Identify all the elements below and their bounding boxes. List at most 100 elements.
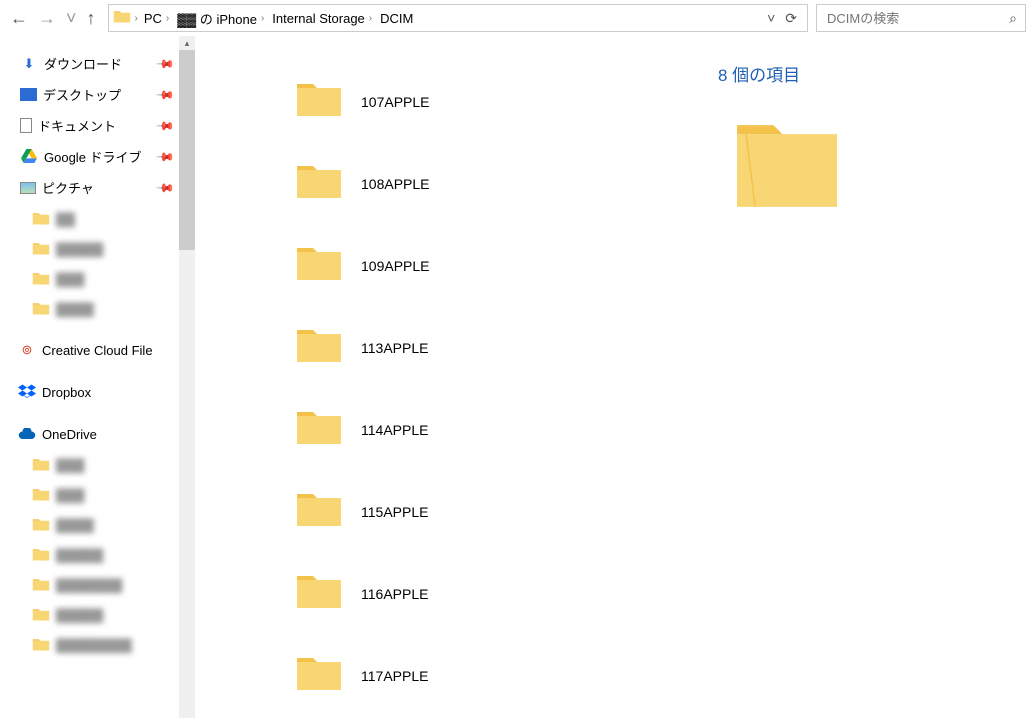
desktop-icon [20, 88, 37, 101]
folder-icon [295, 244, 343, 288]
breadcrumb: PC› ▓▓ の iPhone› Internal Storage› DCIM [142, 9, 763, 28]
breadcrumb-item[interactable]: ▓▓ の iPhone› [175, 9, 266, 28]
sidebar-subitem[interactable]: ▓▓▓▓▓▓▓ [0, 569, 195, 599]
folder-icon [295, 490, 343, 534]
folder-list: 107APPLE 108APPLE 109APPLE 113APPLE 114A… [195, 36, 692, 718]
sidebar-subitem[interactable]: ▓▓▓ [0, 479, 195, 509]
folder-name: 113APPLE [361, 340, 428, 356]
chevron-right-icon: › [261, 13, 264, 24]
folder-name: 109APPLE [361, 258, 430, 274]
search-icon[interactable]: ⌕ [1009, 10, 1017, 27]
breadcrumb-item[interactable]: PC› [142, 11, 171, 26]
sidebar-item-label: ▓▓▓▓▓ [56, 547, 103, 562]
folder-icon [32, 239, 50, 257]
sidebar-item-label: ピクチャ [42, 178, 94, 197]
breadcrumb-item[interactable]: Internal Storage› [270, 11, 374, 26]
preview-pane: 8 個の項目 [692, 36, 1032, 718]
onedrive-icon [18, 425, 36, 443]
gdrive-icon [20, 148, 38, 166]
sidebar-item-gdrive[interactable]: Google ドライブ 📌 [0, 141, 195, 172]
folder-icon [32, 209, 50, 227]
sidebar-item-label: ▓▓▓▓ [56, 517, 94, 532]
sidebar-item-creative-cloud[interactable]: ⊚ Creative Cloud File [0, 335, 195, 365]
sidebar-item-label: ▓▓▓ [56, 271, 84, 286]
folder-icon [295, 80, 343, 124]
sidebar-item-label: ▓▓ [56, 211, 75, 226]
folder-item[interactable]: 113APPLE [295, 307, 682, 389]
sidebar-subitem[interactable]: ▓▓▓ [0, 449, 195, 479]
pictures-icon [20, 182, 36, 194]
nav-up-button[interactable]: ↑ [87, 9, 96, 27]
sidebar-item-label: Google ドライブ [44, 147, 142, 166]
sidebar-subitem[interactable]: ▓▓▓▓▓ [0, 233, 195, 263]
folder-name: 114APPLE [361, 422, 428, 438]
sidebar-item-label: Creative Cloud File [42, 343, 153, 358]
sidebar-item-label: ドキュメント [38, 116, 116, 135]
folder-item[interactable]: 117APPLE [295, 635, 682, 717]
folder-icon [295, 408, 343, 452]
nav-forward-button[interactable]: → [38, 9, 56, 27]
nav-recent-dropdown[interactable]: ˅ [66, 9, 77, 27]
sidebar-item-dropbox[interactable]: Dropbox [0, 377, 195, 407]
sidebar-subitem[interactable]: ▓▓▓▓▓ [0, 599, 195, 629]
folder-item[interactable]: 114APPLE [295, 389, 682, 471]
refresh-button[interactable]: ⟳ [785, 10, 797, 27]
folder-icon [732, 116, 1012, 219]
folder-name: 107APPLE [361, 94, 430, 110]
folder-name: 115APPLE [361, 504, 428, 520]
sidebar-subitem[interactable]: ▓▓ [0, 203, 195, 233]
chevron-right-icon: › [135, 13, 138, 24]
folder-icon [295, 654, 343, 698]
folder-icon [32, 605, 50, 623]
folder-icon [32, 635, 50, 653]
preview-title: 8 個の項目 [712, 61, 1012, 116]
content-area: 107APPLE 108APPLE 109APPLE 113APPLE 114A… [195, 36, 1032, 718]
sidebar-subitem[interactable]: ▓▓▓▓ [0, 293, 195, 323]
folder-name: 117APPLE [361, 668, 428, 684]
sidebar-item-label: OneDrive [42, 427, 97, 442]
navigation-pane: ▴ ⬇ ダウンロード 📌 デスクトップ 📌 ドキュメント 📌 Google ドラ… [0, 36, 195, 718]
search-bar[interactable]: ⌕ [816, 4, 1026, 32]
addressbar-collapse-button[interactable]: ˅ [767, 10, 775, 26]
address-bar[interactable]: › PC› ▓▓ の iPhone› Internal Storage› DCI… [108, 4, 808, 32]
folder-item[interactable]: 116APPLE [295, 553, 682, 635]
folder-icon [295, 162, 343, 206]
sidebar-item-downloads[interactable]: ⬇ ダウンロード 📌 [0, 48, 195, 79]
folder-item[interactable]: 109APPLE [295, 225, 682, 307]
folder-icon [32, 269, 50, 287]
sidebar-subitem[interactable]: ▓▓▓ [0, 263, 195, 293]
folder-item[interactable]: 108APPLE [295, 143, 682, 225]
breadcrumb-item[interactable]: DCIM [378, 11, 415, 26]
nav-back-button[interactable]: ← [10, 9, 28, 27]
search-input[interactable] [825, 10, 1009, 27]
sidebar-item-documents[interactable]: ドキュメント 📌 [0, 110, 195, 141]
folder-icon [32, 299, 50, 317]
creative-cloud-icon: ⊚ [18, 341, 36, 359]
pin-icon: 📌 [155, 146, 175, 166]
pin-icon: 📌 [155, 177, 175, 197]
sidebar-item-label: ▓▓▓▓▓ [56, 607, 103, 622]
dropbox-icon [18, 383, 36, 401]
folder-icon [32, 575, 50, 593]
pin-icon: 📌 [155, 53, 175, 73]
folder-icon [113, 9, 131, 27]
chevron-right-icon: › [166, 13, 169, 24]
sidebar-item-label: ダウンロード [44, 54, 122, 73]
sidebar-subitem[interactable]: ▓▓▓▓▓▓▓▓ [0, 629, 195, 659]
folder-name: 116APPLE [361, 586, 428, 602]
sidebar-item-desktop[interactable]: デスクトップ 📌 [0, 79, 195, 110]
sidebar-item-pictures[interactable]: ピクチャ 📌 [0, 172, 195, 203]
toolbar: ← → ˅ ↑ › PC› ▓▓ の iPhone› Internal Stor… [0, 0, 1032, 36]
folder-icon [32, 545, 50, 563]
sidebar-subitem[interactable]: ▓▓▓▓▓ [0, 539, 195, 569]
folder-item[interactable]: 115APPLE [295, 471, 682, 553]
folder-icon [32, 515, 50, 533]
sidebar-item-label: ▓▓▓ [56, 487, 84, 502]
sidebar-subitem[interactable]: ▓▓▓▓ [0, 509, 195, 539]
sidebar-item-label: ▓▓▓▓▓ [56, 241, 103, 256]
sidebar-item-onedrive[interactable]: OneDrive [0, 419, 195, 449]
folder-item[interactable]: 107APPLE [295, 61, 682, 143]
folder-icon [32, 485, 50, 503]
nav-buttons: ← → ˅ ↑ [6, 9, 104, 27]
folder-icon [295, 326, 343, 370]
